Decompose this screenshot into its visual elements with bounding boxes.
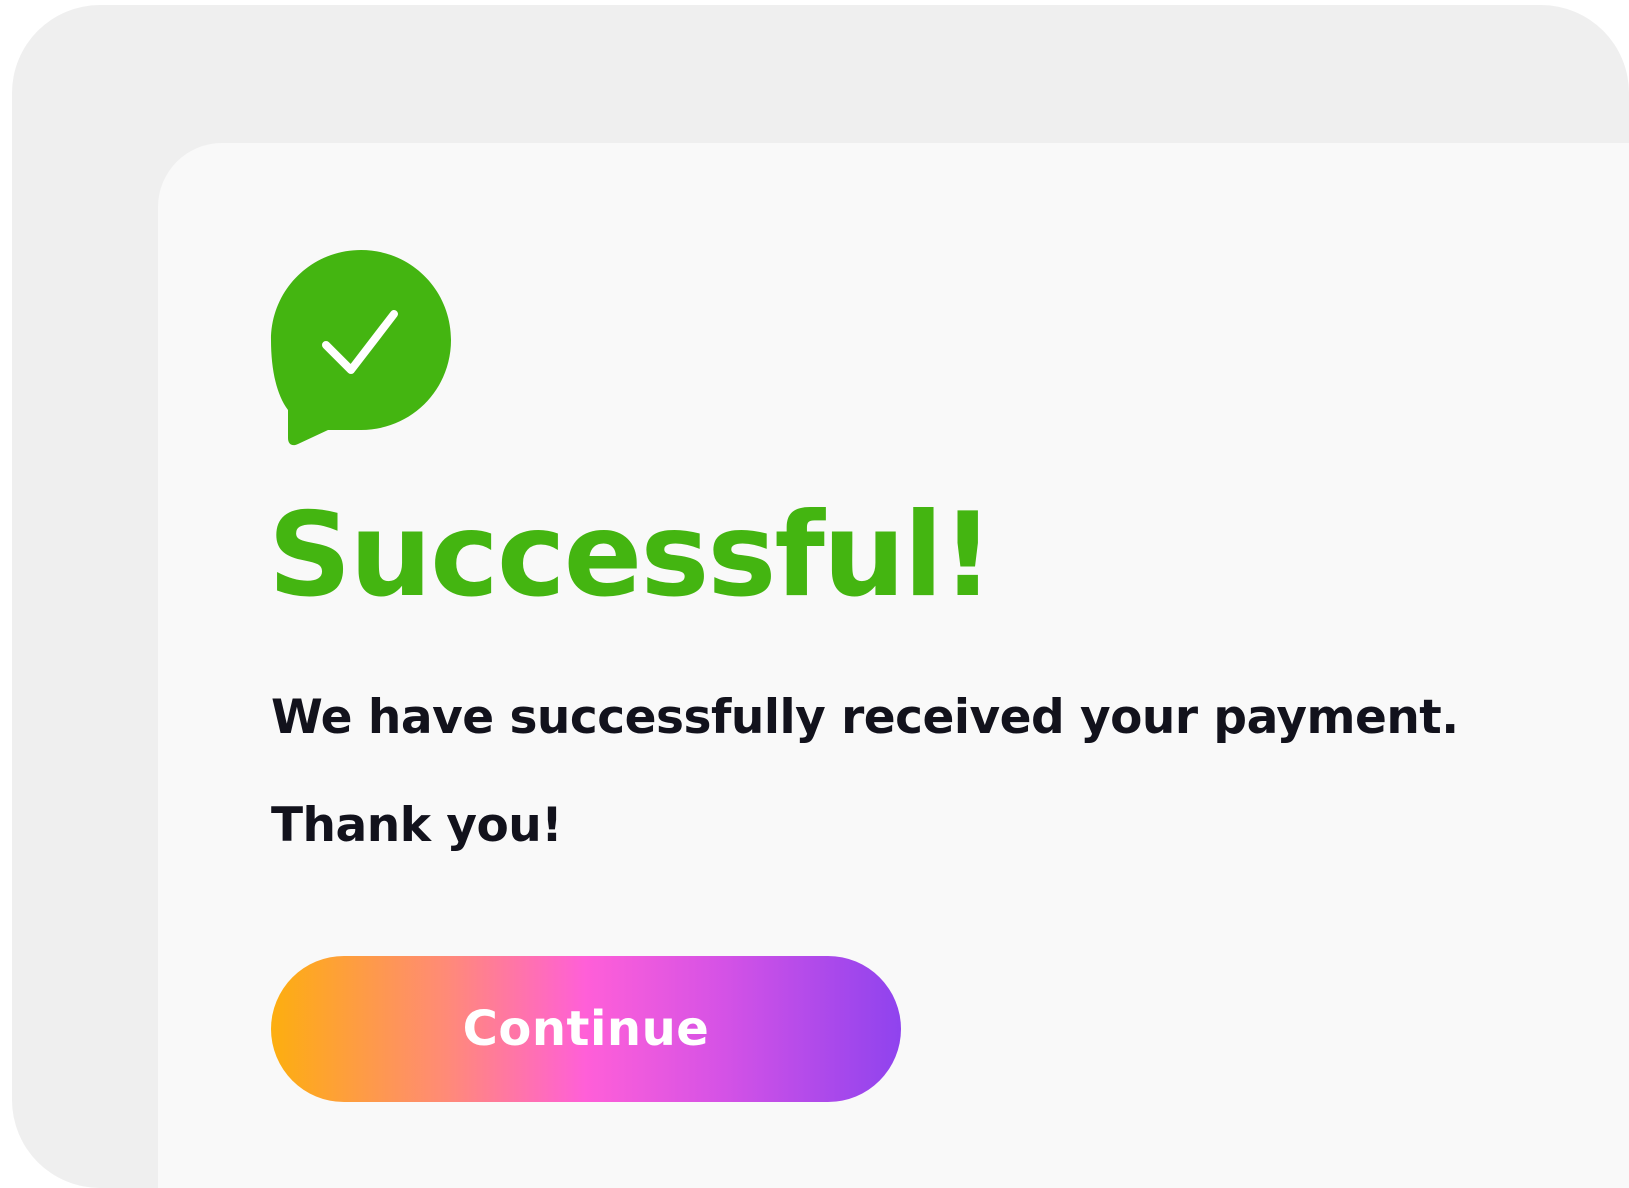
thank-you-text: Thank you!	[271, 798, 563, 853]
continue-button[interactable]: Continue	[271, 956, 901, 1102]
payment-message: We have successfully received your payme…	[271, 690, 1459, 745]
page-title: Successful!	[268, 488, 994, 623]
chat-bubble-check-icon	[271, 250, 451, 446]
